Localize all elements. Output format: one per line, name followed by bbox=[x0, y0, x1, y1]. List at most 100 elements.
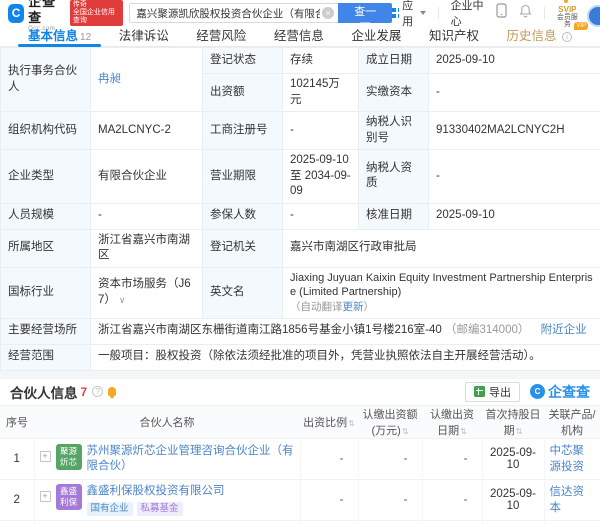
field-label: 所属地区 bbox=[0, 228, 91, 268]
paid-capital-value: - bbox=[428, 72, 600, 113]
col-header-date[interactable]: 认缴出资日期⇅ bbox=[422, 404, 482, 439]
tab-history[interactable]: 历史信息 VIP i bbox=[497, 21, 588, 47]
field-label: 经营范围 bbox=[0, 343, 91, 371]
expand-button[interactable]: + bbox=[39, 490, 51, 502]
english-name-cell: Jiaxing Juyuan Kaixin Equity Investment … bbox=[282, 266, 600, 319]
search-button[interactable]: 查一下 bbox=[338, 3, 393, 34]
brand-name: 企查查 bbox=[28, 0, 57, 25]
address-value: 浙江省嘉兴市南湖区东栅街道南江路1856号基金小镇1号楼216室-40 bbox=[98, 324, 442, 337]
business-scope-value: 一般项目：股权投资（除依法须经批准的项目外，凭营业执照依法自主开展经营活动）。 bbox=[90, 343, 600, 371]
executive-partner-cell: 冉昶 bbox=[90, 46, 203, 113]
row-number: 1 bbox=[0, 438, 35, 480]
ratio-cell: - bbox=[300, 479, 359, 521]
partner-name-link[interactable]: 苏州聚源炘芯企业管理咨询合伙企业（有限合伙） bbox=[87, 444, 295, 474]
field-label: 主要经营场所 bbox=[0, 317, 91, 345]
vip-badge: VIP bbox=[574, 21, 588, 30]
partner-row: 1 + 聚源 炘芯 苏州聚源炘芯企业管理咨询合伙企业（有限合伙） - - - 20… bbox=[0, 438, 600, 480]
amount-cell: - bbox=[358, 438, 423, 480]
partner-count-badge: 7 bbox=[80, 384, 88, 399]
tab-legal[interactable]: 法律诉讼 bbox=[109, 26, 179, 47]
field-label: 实缴资本 bbox=[358, 72, 429, 113]
company-type-value: 有限合伙企业 bbox=[90, 149, 203, 204]
tax-qualification-value: - bbox=[428, 149, 600, 204]
field-label: 出资额 bbox=[202, 72, 283, 113]
taxpayer-id-value: 91330402MA2LCNYC2H bbox=[428, 111, 600, 151]
update-link[interactable]: 更新 bbox=[343, 301, 364, 313]
field-label: 国标行业 bbox=[0, 266, 91, 319]
date-cell: - bbox=[422, 520, 483, 524]
partner-logo: 鑫盛 利保 bbox=[55, 483, 82, 510]
tab-risk[interactable]: 经营风险 bbox=[186, 26, 256, 47]
sort-icon: ⇅ bbox=[460, 426, 467, 436]
field-label: 执行事务合伙人 bbox=[0, 46, 91, 113]
col-header-ratio[interactable]: 出资比例⇅ bbox=[300, 404, 358, 439]
export-excel-icon bbox=[474, 386, 485, 397]
staff-size-value: - bbox=[90, 202, 203, 230]
field-label: 人员规模 bbox=[0, 202, 91, 230]
capital-value: 102145万元 bbox=[282, 72, 359, 113]
monitor-bell-icon[interactable] bbox=[108, 387, 117, 398]
industry-cell: 资本市场服务（J67） ∨ bbox=[90, 266, 203, 319]
field-label: 英文名 bbox=[202, 266, 283, 319]
executive-partner-link[interactable]: 冉昶 bbox=[98, 73, 121, 85]
chevron-down-icon[interactable]: ∨ bbox=[119, 295, 126, 305]
related-org-link[interactable]: 中芯聚源投资 bbox=[550, 445, 585, 473]
insured-count-value: - bbox=[282, 202, 359, 230]
zip-code: （邮编314000） bbox=[445, 324, 530, 337]
tab-ip[interactable]: 知识产权 bbox=[419, 26, 489, 47]
date-cell: - bbox=[422, 479, 483, 521]
auto-translate-note: （自动翻译更新） bbox=[290, 301, 374, 314]
partner-row: 3 + 泰康乾贞 南昌泰康乾贞股权投资基金（有限合伙） 私募基金 - - - bbox=[0, 520, 600, 524]
first-date-cell: 2025-09-10 bbox=[482, 438, 545, 480]
col-header-amount[interactable]: 认缴出资额(万元)⇅ bbox=[358, 404, 422, 439]
address-cell: 浙江省嘉兴市南湖区东栅街道南江路1856号基金小镇1号楼216室-40 （邮编3… bbox=[90, 317, 600, 345]
partner-name-link[interactable]: 鑫盛利保股权投资有限公司 bbox=[87, 484, 225, 499]
top-bar: C 企查查 Qcc.com 传奇 全国企业信用查询 × 查一下 应用 bbox=[0, 0, 600, 34]
date-cell: - bbox=[422, 438, 483, 480]
export-button[interactable]: 导出 bbox=[465, 381, 520, 402]
help-icon[interactable]: ? bbox=[92, 386, 104, 397]
partners-table: 序号 合伙人名称 出资比例⇅ 认缴出资额(万元)⇅ 认缴出资日期⇅ 首次持股日期… bbox=[0, 404, 600, 524]
amount-cell: - bbox=[358, 479, 423, 521]
sort-icon: ⇅ bbox=[515, 426, 523, 436]
first-date-cell: 2025-09-10 bbox=[482, 520, 545, 524]
tab-bar: 基本信息 12 法律诉讼 经营风险 经营信息 企业发展 知识产权 历史信息 VIP… bbox=[0, 21, 600, 47]
sort-icon: ⇅ bbox=[401, 426, 409, 436]
tab-operation[interactable]: 经营信息 bbox=[264, 26, 334, 47]
qcc-logo-icon[interactable]: C bbox=[8, 3, 25, 23]
divider bbox=[437, 7, 439, 19]
field-label: 工商注册号 bbox=[202, 111, 283, 151]
sort-icon: ⇅ bbox=[348, 418, 355, 428]
search-bar: × 查一下 bbox=[129, 3, 393, 34]
related-org-link[interactable]: 信达资本 bbox=[550, 486, 585, 514]
section-title: 合伙人信息 bbox=[10, 385, 78, 401]
est-date-value: 2025-09-10 bbox=[428, 47, 600, 74]
qcc-watermark-icon: C bbox=[530, 384, 545, 399]
row-number: 2 bbox=[0, 479, 35, 521]
nearby-companies-link[interactable]: 附近企业 bbox=[541, 324, 587, 336]
field-label: 纳税人资质 bbox=[358, 149, 429, 204]
col-header-name: 合伙人名称 bbox=[34, 404, 300, 439]
field-label: 营业期限 bbox=[202, 149, 283, 204]
qcc-watermark: C 企查查 bbox=[530, 382, 590, 402]
col-header-related: 关联产品/机构 bbox=[544, 404, 600, 439]
col-header-first-date[interactable]: 首次持股日期⇅ bbox=[482, 404, 544, 439]
notification-bell-icon[interactable] bbox=[519, 4, 532, 23]
partners-table-header-row: 序号 合伙人名称 出资比例⇅ 认缴出资额(万元)⇅ 认缴出资日期⇅ 首次持股日期… bbox=[0, 404, 600, 439]
field-label: 参保人数 bbox=[202, 202, 283, 230]
authority-value: 嘉兴市南湖区行政审批局 bbox=[282, 228, 600, 268]
field-label: 纳税人识别号 bbox=[358, 111, 429, 151]
field-label: 核准日期 bbox=[358, 202, 429, 230]
tab-basic-info[interactable]: 基本信息 12 bbox=[18, 26, 102, 47]
ratio-cell: - bbox=[300, 520, 359, 524]
expand-button[interactable]: + bbox=[39, 450, 51, 462]
search-input[interactable] bbox=[129, 3, 339, 23]
col-header-no: 序号 bbox=[0, 404, 34, 439]
mobile-app-icon[interactable] bbox=[496, 3, 507, 23]
field-label: 登记机关 bbox=[202, 228, 283, 268]
field-label: 组织机构代码 bbox=[0, 111, 91, 151]
english-name: Jiaxing Juyuan Kaixin Equity Investment … bbox=[290, 271, 593, 299]
approval-date-value: 2025-09-10 bbox=[428, 202, 600, 230]
tab-development[interactable]: 企业发展 bbox=[341, 26, 411, 47]
brand-slogan-badge: 传奇 全国企业信用查询 bbox=[69, 0, 124, 27]
